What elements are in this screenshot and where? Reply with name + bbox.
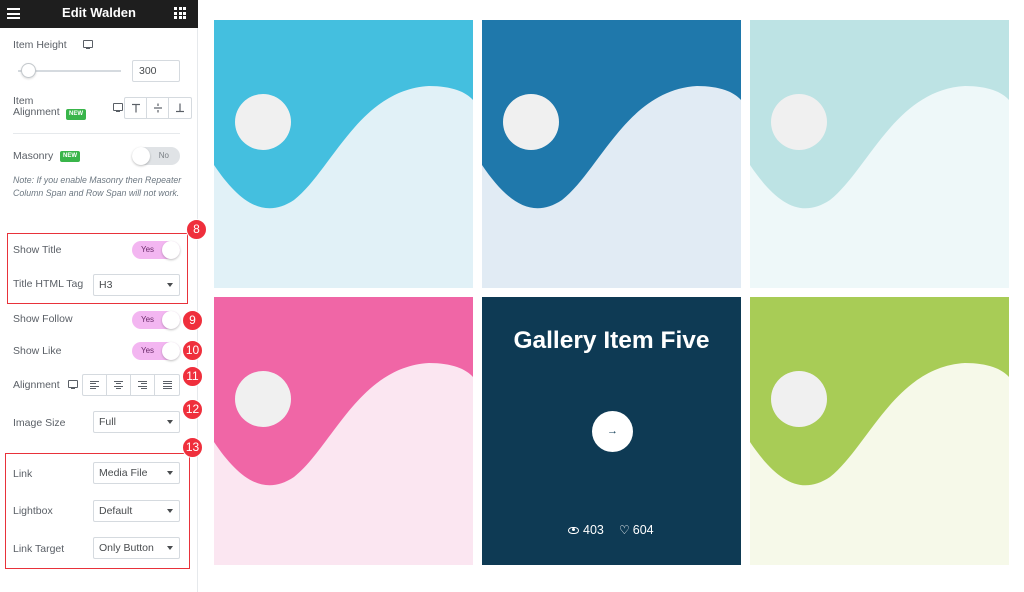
show-like-label: Show Like <box>13 345 62 357</box>
align-center-button[interactable] <box>107 375 131 395</box>
desktop-icon[interactable] <box>83 40 93 50</box>
step-marker-13: 13 <box>182 437 203 458</box>
gallery-item[interactable] <box>750 20 1009 288</box>
image-size-select[interactable]: Full <box>93 411 180 433</box>
desktop-icon[interactable] <box>113 103 123 113</box>
gallery-item-title: Gallery Item Five <box>513 327 710 354</box>
placeholder-image <box>750 20 1009 288</box>
align-justify-button[interactable] <box>155 375 179 395</box>
align-middle-icon <box>153 103 162 113</box>
show-follow-label: Show Follow <box>13 313 73 325</box>
item-alignment-buttons <box>124 97 192 119</box>
image-sun-shape <box>771 371 827 427</box>
align-center-icon <box>114 381 123 389</box>
align-left-icon <box>90 381 99 389</box>
chevron-down-icon <box>167 420 173 424</box>
gallery-item[interactable] <box>750 297 1009 565</box>
item-height-input[interactable]: 300 <box>132 60 180 82</box>
toggle-knob <box>162 311 180 329</box>
placeholder-image <box>750 297 1009 565</box>
app-window: Edit Walden Item Height 300 Item Alignme… <box>0 0 1024 592</box>
views-count-value: 403 <box>583 523 604 537</box>
image-sun-shape <box>771 94 827 150</box>
section-divider <box>13 133 180 134</box>
masonry-label: Masonry <box>13 150 54 162</box>
align-bottom-icon <box>176 103 184 113</box>
item-height-label: Item Height <box>13 39 67 51</box>
masonry-toggle[interactable]: No <box>132 147 180 165</box>
placeholder-image <box>214 20 473 288</box>
align-bottom-button[interactable] <box>169 98 191 118</box>
toggle-knob <box>132 147 150 165</box>
editor-panel: Edit Walden Item Height 300 Item Alignme… <box>0 0 198 592</box>
image-size-value: Full <box>99 416 116 428</box>
arrow-right-button[interactable]: → <box>592 411 633 452</box>
gallery-item[interactable] <box>482 20 741 288</box>
masonry-note: Note: If you enable Masonry then Repeate… <box>13 175 182 198</box>
desktop-icon[interactable] <box>68 380 78 390</box>
gallery-item[interactable] <box>214 297 473 565</box>
alignment-label: Alignment <box>13 379 60 391</box>
align-middle-button[interactable] <box>147 98 169 118</box>
item-alignment-label-line2: Alignment <box>13 106 60 118</box>
new-badge: NEW <box>60 151 80 162</box>
align-right-icon <box>138 381 147 389</box>
align-justify-icon <box>162 381 172 389</box>
step-marker-8: 8 <box>186 219 207 240</box>
show-follow-toggle[interactable]: Yes <box>132 311 180 329</box>
step-marker-12: 12 <box>182 399 203 420</box>
step-marker-10: 10 <box>182 340 203 361</box>
image-sun-shape <box>503 94 559 150</box>
align-left-button[interactable] <box>83 375 107 395</box>
likes-count-value: 604 <box>632 523 654 537</box>
masonry-toggle-text: No <box>158 151 169 160</box>
show-like-toggle-text: Yes <box>141 346 155 355</box>
step-marker-9: 9 <box>182 310 203 331</box>
align-top-icon <box>131 103 140 113</box>
views-count[interactable]: 403 <box>568 523 604 537</box>
align-right-button[interactable] <box>131 375 155 395</box>
show-follow-toggle-text: Yes <box>141 315 155 324</box>
image-sun-shape <box>235 94 291 150</box>
placeholder-image <box>214 297 473 565</box>
gallery-item[interactable] <box>214 20 473 288</box>
highlight-box-13 <box>5 453 190 569</box>
eye-icon <box>568 526 579 534</box>
highlight-box-8 <box>7 233 188 304</box>
step-marker-11: 11 <box>182 366 203 387</box>
gallery-item-hovered[interactable]: Gallery Item Five → 403 ♡ 604 <box>482 297 741 565</box>
alignment-buttons <box>82 374 180 396</box>
image-sun-shape <box>235 371 291 427</box>
new-badge: NEW <box>66 109 86 120</box>
gallery-item-overlay: Gallery Item Five → 403 ♡ 604 <box>482 297 741 565</box>
toggle-knob <box>162 342 180 360</box>
likes-count[interactable]: ♡ 604 <box>619 523 654 537</box>
show-like-toggle[interactable]: Yes <box>132 342 180 360</box>
image-size-label: Image Size <box>13 417 66 429</box>
heart-icon: ♡ <box>619 523 630 537</box>
item-height-slider-thumb[interactable] <box>21 63 37 78</box>
widgets-grid-icon[interactable] <box>174 7 186 19</box>
placeholder-image <box>482 20 741 288</box>
panel-header: Edit Walden <box>0 0 198 28</box>
align-top-button[interactable] <box>125 98 147 118</box>
panel-title: Edit Walden <box>62 5 136 20</box>
